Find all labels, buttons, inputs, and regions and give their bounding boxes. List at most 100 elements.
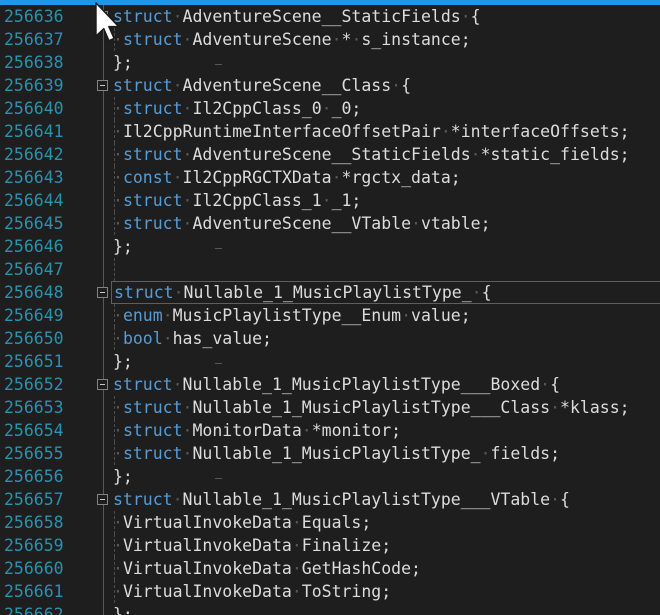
code-line[interactable]: 256647 [0,258,660,281]
code-text[interactable] [111,258,660,281]
code-line[interactable]: 256661 ·VirtualInvokeData·ToString; [0,580,660,603]
line-number[interactable]: 256660 [0,557,88,580]
code-token: Il2CppClass_1 [192,191,321,210]
code-token: Il2CppClass_0 [192,99,321,118]
line-number[interactable]: 256653 [0,396,88,419]
code-text[interactable]: struct·Nullable_1_MusicPlaylistType_·{ [111,281,660,304]
code-line[interactable]: 256654 ·struct·MonitorData·*monitor; [0,419,660,442]
code-text[interactable]: ·struct·Il2CppClass_1·_1; [111,189,660,212]
fold-toggle-icon[interactable] [97,287,108,298]
keyword-token: struct [123,30,183,49]
line-number[interactable]: 256654 [0,419,88,442]
code-line[interactable]: 256648 struct·Nullable_1_MusicPlaylistTyp… [0,281,660,304]
code-line[interactable]: 256659 ·VirtualInvokeData·Finalize; [0,534,660,557]
code-text[interactable]: struct·Nullable_1_MusicPlaylistType___VT… [111,488,660,511]
code-line[interactable]: 256657 struct·Nullable_1_MusicPlaylistTyp… [0,488,660,511]
code-line[interactable]: 256643 ·const·Il2CppRGCTXData·*rgctx_data… [0,166,660,189]
code-area[interactable]: 256636 struct·AdventureScene__StaticField… [0,5,660,615]
line-number[interactable]: 256657 [0,488,88,511]
code-token: · [472,283,482,302]
code-token: AdventureScene [192,30,331,49]
code-line[interactable]: 256660 ·VirtualInvokeData·GetHashCode; [0,557,660,580]
code-text[interactable]: ·Il2CppRuntimeInterfaceOffsetPair·*inter… [111,120,660,143]
line-number[interactable]: 256650 [0,327,88,350]
code-text[interactable]: ·struct·Il2CppClass_0·_0; [111,97,660,120]
line-number[interactable]: 256645 [0,212,88,235]
code-text[interactable]: ·const·Il2CppRGCTXData·*rgctx_data; [111,166,660,189]
code-line[interactable]: 256640 ·struct·Il2CppClass_0·_0; [0,97,660,120]
code-text[interactable]: }; [111,350,660,373]
line-number[interactable]: 256646 [0,235,88,258]
fold-toggle-icon[interactable] [97,379,108,390]
code-text[interactable]: ·VirtualInvokeData·ToString; [111,580,660,603]
code-line[interactable]: 256655 ·struct·Nullable_1_MusicPlaylistTy… [0,442,660,465]
code-line[interactable]: 256649 ·enum·MusicPlaylistType__Enum·valu… [0,304,660,327]
code-line[interactable]: 256651}; [0,350,660,373]
code-text[interactable]: }; [111,51,660,74]
code-token: · [292,582,302,601]
code-line[interactable]: 256645 ·struct·AdventureScene__VTable·vta… [0,212,660,235]
line-number[interactable]: 256656 [0,465,88,488]
line-number[interactable]: 256659 [0,534,88,557]
code-text[interactable]: struct·Nullable_1_MusicPlaylistType___Bo… [111,373,660,396]
code-text[interactable]: struct·AdventureScene__StaticFields·{ [111,5,660,28]
line-number[interactable]: 256647 [0,258,88,281]
code-text[interactable]: }; [111,465,660,488]
code-line[interactable]: 256652 struct·Nullable_1_MusicPlaylistTyp… [0,373,660,396]
code-line[interactable]: 256658 ·VirtualInvokeData·Equals; [0,511,660,534]
code-text[interactable]: ·struct·Nullable_1_MusicPlaylistType___C… [111,396,660,419]
line-number[interactable]: 256655 [0,442,88,465]
keyword-token: struct [123,145,183,164]
keyword-token: struct [123,214,183,233]
code-line[interactable]: 256653 ·struct·Nullable_1_MusicPlaylistTy… [0,396,660,419]
code-text[interactable]: }; [111,603,660,615]
code-text[interactable]: struct·AdventureScene__Class·{ [111,74,660,97]
line-number[interactable]: 256639 [0,74,88,97]
line-number[interactable]: 256662 [0,603,88,615]
code-text[interactable]: ·VirtualInvokeData·Equals; [111,511,660,534]
code-token: · [481,444,491,463]
fold-toggle-icon[interactable] [97,80,108,91]
code-text[interactable]: ·struct·MonitorData·*monitor; [111,419,660,442]
code-text[interactable]: ·struct·AdventureScene·*·s_instance; [111,28,660,51]
line-number[interactable]: 256637 [0,28,88,51]
line-number[interactable]: 256658 [0,511,88,534]
code-line[interactable]: 256641 ·Il2CppRuntimeInterfaceOffsetPair·… [0,120,660,143]
code-text[interactable]: ·bool·has_value; [111,327,660,350]
code-text[interactable]: ·enum·MusicPlaylistType__Enum·value; [111,304,660,327]
line-number[interactable]: 256644 [0,189,88,212]
line-number[interactable]: 256649 [0,304,88,327]
fold-gutter [88,281,111,304]
code-line[interactable]: 256638}; [0,51,660,74]
line-number[interactable]: 256643 [0,166,88,189]
fold-gutter [88,120,111,143]
line-number[interactable]: 256636 [0,5,88,28]
line-number[interactable]: 256648 [0,281,88,304]
line-number[interactable]: 256661 [0,580,88,603]
line-number[interactable]: 256651 [0,350,88,373]
keyword-token: struct [113,375,173,394]
line-number[interactable]: 256641 [0,120,88,143]
code-text[interactable]: ·struct·AdventureScene__VTable·vtable; [111,212,660,235]
code-line[interactable]: 256639 struct·AdventureScene__Class·{ [0,74,660,97]
code-line[interactable]: 256650 ·bool·has_value; [0,327,660,350]
fold-toggle-icon[interactable] [97,494,108,505]
code-line[interactable]: 256644 ·struct·Il2CppClass_1·_1; [0,189,660,212]
code-line[interactable]: 256642 ·struct·AdventureScene__StaticFiel… [0,143,660,166]
code-line[interactable]: 256646}; [0,235,660,258]
indent-guide [114,396,115,419]
code-text[interactable]: }; [111,235,660,258]
code-text[interactable]: ·VirtualInvokeData·Finalize; [111,534,660,557]
line-number[interactable]: 256652 [0,373,88,396]
code-text[interactable]: ·VirtualInvokeData·GetHashCode; [111,557,660,580]
indent-guide [114,580,115,603]
code-line[interactable]: 256662}; [0,603,660,615]
line-number[interactable]: 256638 [0,51,88,74]
code-token: · [183,444,193,463]
line-number[interactable]: 256640 [0,97,88,120]
code-line[interactable]: 256656}; [0,465,660,488]
code-token: }; [113,467,133,486]
code-text[interactable]: ·struct·Nullable_1_MusicPlaylistType_·fi… [111,442,660,465]
code-text[interactable]: ·struct·AdventureScene__StaticFields·*st… [111,143,660,166]
line-number[interactable]: 256642 [0,143,88,166]
